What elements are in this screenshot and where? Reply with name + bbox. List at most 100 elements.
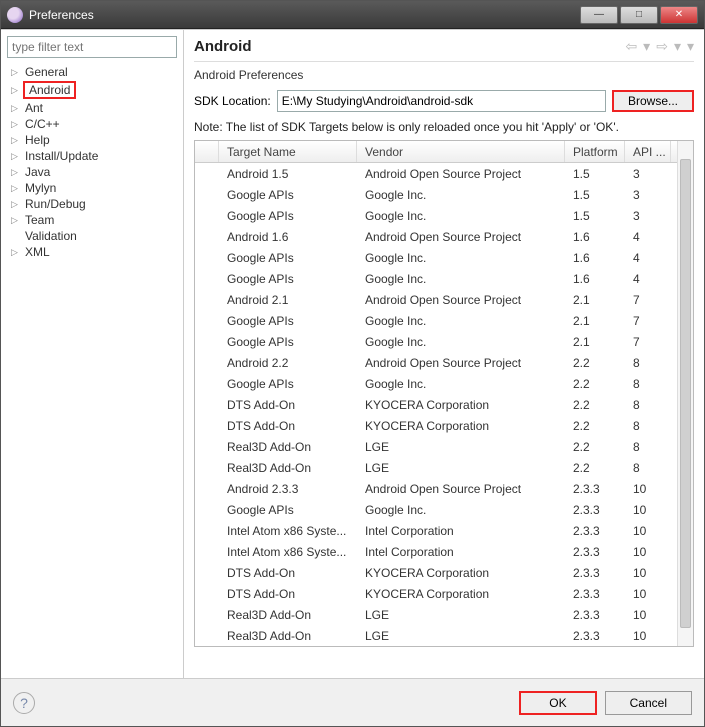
table-row[interactable]: DTS Add-OnKYOCERA Corporation2.28	[195, 415, 693, 436]
menu-icon[interactable]: ▾	[687, 38, 694, 55]
back-icon[interactable]: ⇦	[625, 38, 637, 55]
expand-arrow-icon[interactable]: ▷	[11, 215, 21, 226]
col-vendor[interactable]: Vendor	[357, 141, 565, 162]
table-row[interactable]: Google APIsGoogle Inc.2.17	[195, 310, 693, 331]
table-row[interactable]: Intel Atom x86 Syste...Intel Corporation…	[195, 541, 693, 562]
expand-arrow-icon[interactable]: ▷	[11, 67, 21, 78]
tree-item-xml[interactable]: ▷XML	[7, 244, 177, 260]
tree-item-validation[interactable]: Validation	[7, 228, 177, 244]
cell-platform: 1.6	[565, 272, 625, 286]
table-row[interactable]: Intel Atom x86 Syste...Intel Corporation…	[195, 520, 693, 541]
table-row[interactable]: DTS Add-OnKYOCERA Corporation2.3.310	[195, 583, 693, 604]
cell-target: Real3D Add-On	[219, 440, 357, 454]
cell-platform: 2.2	[565, 419, 625, 433]
dropdown-icon[interactable]: ▾	[674, 38, 681, 55]
tree-item-general[interactable]: ▷General	[7, 64, 177, 80]
cell-vendor: Android Open Source Project	[357, 482, 565, 496]
cell-target: Android 2.1	[219, 293, 357, 307]
table-row[interactable]: DTS Add-OnKYOCERA Corporation2.3.310	[195, 562, 693, 583]
cell-api: 3	[625, 209, 671, 223]
tree-item-label: Validation	[23, 229, 79, 243]
maximize-button[interactable]: □	[620, 6, 658, 24]
table-row[interactable]: Android 2.2Android Open Source Project2.…	[195, 352, 693, 373]
cell-api: 7	[625, 335, 671, 349]
cancel-button[interactable]: Cancel	[605, 691, 692, 715]
cell-api: 8	[625, 440, 671, 454]
toolbar-nav: ⇦ ▾ ⇨ ▾ ▾	[625, 38, 694, 55]
table-row[interactable]: Real3D Add-OnLGE2.28	[195, 457, 693, 478]
cell-api: 7	[625, 314, 671, 328]
cell-target: Google APIs	[219, 335, 357, 349]
page-title: Android	[194, 38, 252, 55]
table-row[interactable]: Real3D Add-OnLGE2.3.310	[195, 604, 693, 625]
tree-item-install-update[interactable]: ▷Install/Update	[7, 148, 177, 164]
expand-arrow-icon[interactable]: ▷	[11, 119, 21, 130]
cell-platform: 2.2	[565, 440, 625, 454]
cell-target: DTS Add-On	[219, 566, 357, 580]
targets-table: Target Name Vendor Platform API ... Andr…	[194, 140, 694, 647]
cell-target: DTS Add-On	[219, 419, 357, 433]
expand-arrow-icon[interactable]: ▷	[11, 85, 21, 96]
expand-arrow-icon[interactable]: ▷	[11, 103, 21, 114]
cell-vendor: Android Open Source Project	[357, 167, 565, 181]
filter-input[interactable]	[7, 36, 177, 58]
ok-button[interactable]: OK	[519, 691, 596, 715]
cell-target: Google APIs	[219, 503, 357, 517]
cell-target: Real3D Add-On	[219, 608, 357, 622]
table-row[interactable]: Google APIsGoogle Inc.1.64	[195, 247, 693, 268]
table-row[interactable]: Real3D Add-OnLGE2.28	[195, 436, 693, 457]
table-row[interactable]: Google APIsGoogle Inc.1.53	[195, 205, 693, 226]
table-row[interactable]: DTS Add-OnKYOCERA Corporation2.28	[195, 394, 693, 415]
tree-item-label: Help	[23, 133, 52, 147]
vertical-scrollbar[interactable]	[677, 141, 693, 646]
tree-item-android[interactable]: ▷Android	[7, 80, 177, 100]
table-row[interactable]: Google APIsGoogle Inc.2.3.310	[195, 499, 693, 520]
titlebar[interactable]: Preferences — □ ✕	[1, 1, 704, 29]
expand-arrow-icon[interactable]: ▷	[11, 199, 21, 210]
table-row[interactable]: Android 2.3.3Android Open Source Project…	[195, 478, 693, 499]
forward-icon[interactable]: ⇨	[656, 38, 668, 55]
expand-arrow-icon[interactable]: ▷	[11, 151, 21, 162]
cell-api: 8	[625, 356, 671, 370]
table-row[interactable]: Google APIsGoogle Inc.2.17	[195, 331, 693, 352]
cell-platform: 2.1	[565, 314, 625, 328]
dropdown-icon[interactable]: ▾	[643, 38, 650, 55]
tree-item-help[interactable]: ▷Help	[7, 132, 177, 148]
table-row[interactable]: Android 2.1Android Open Source Project2.…	[195, 289, 693, 310]
cell-platform: 2.3.3	[565, 524, 625, 538]
col-platform[interactable]: Platform	[565, 141, 625, 162]
close-button[interactable]: ✕	[660, 6, 698, 24]
expand-arrow-icon[interactable]: ▷	[11, 247, 21, 258]
sdk-location-input[interactable]	[277, 90, 606, 112]
tree-item-mylyn[interactable]: ▷Mylyn	[7, 180, 177, 196]
tree-item-c-c-[interactable]: ▷C/C++	[7, 116, 177, 132]
table-row[interactable]: Android 1.6Android Open Source Project1.…	[195, 226, 693, 247]
minimize-button[interactable]: —	[580, 6, 618, 24]
help-icon[interactable]: ?	[13, 692, 35, 714]
expand-arrow-icon[interactable]: ▷	[11, 167, 21, 178]
tree-item-team[interactable]: ▷Team	[7, 212, 177, 228]
tree-item-label: Team	[23, 213, 56, 227]
table-row[interactable]: Google APIsGoogle Inc.2.28	[195, 373, 693, 394]
table-row[interactable]: Google APIsGoogle Inc.1.64	[195, 268, 693, 289]
table-row[interactable]: Real3D Add-OnLGE2.3.310	[195, 625, 693, 646]
expand-arrow-icon[interactable]: ▷	[11, 135, 21, 146]
browse-button[interactable]: Browse...	[612, 90, 694, 112]
tree-item-run-debug[interactable]: ▷Run/Debug	[7, 196, 177, 212]
cell-platform: 2.3.3	[565, 482, 625, 496]
tree-item-ant[interactable]: ▷Ant	[7, 100, 177, 116]
tree-item-label: XML	[23, 245, 52, 259]
cell-api: 3	[625, 167, 671, 181]
cell-target: Google APIs	[219, 251, 357, 265]
table-row[interactable]: Google APIsGoogle Inc.1.53	[195, 184, 693, 205]
cell-vendor: LGE	[357, 608, 565, 622]
expand-arrow-icon[interactable]: ▷	[11, 183, 21, 194]
cell-platform: 2.3.3	[565, 587, 625, 601]
col-api[interactable]: API ...	[625, 141, 671, 162]
cell-target: Google APIs	[219, 272, 357, 286]
tree: ▷General▷Android▷Ant▷C/C++▷Help▷Install/…	[7, 64, 177, 260]
table-row[interactable]: Android 1.5Android Open Source Project1.…	[195, 163, 693, 184]
tree-item-java[interactable]: ▷Java	[7, 164, 177, 180]
cell-vendor: Android Open Source Project	[357, 230, 565, 244]
col-target[interactable]: Target Name	[219, 141, 357, 162]
